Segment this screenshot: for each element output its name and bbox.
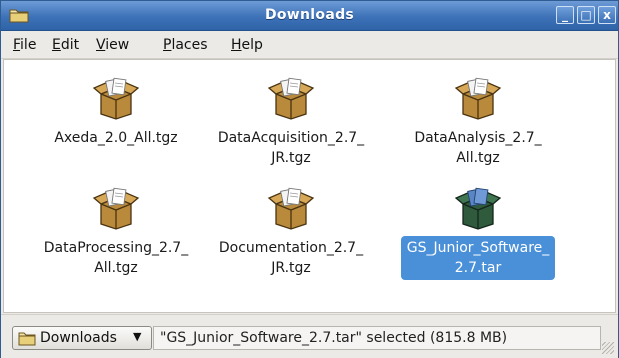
resize-grip-icon[interactable] [602,342,614,354]
file-label-line-1: GS_Junior_Software_ [406,240,550,256]
package-archive-icon [267,187,315,230]
menu-places[interactable]: Places [163,37,208,53]
file-label-line-2: JR.tgz [271,150,311,166]
file-item-dataanalysis[interactable]: DataAnalysis_2.7_ All.tgz [391,76,565,170]
menu-view[interactable]: View [96,37,129,53]
menu-places-rest: laces [171,37,208,53]
file-item-dataprocessing[interactable]: DataProcessing_2.7_ All.tgz [29,186,203,280]
menu-bar: File Edit View Places Help [1,31,618,59]
menu-help-mnemonic: H [231,37,242,53]
file-label: Axeda_2.0_All.tgz [48,126,183,150]
dropdown-arrow-icon: ▼ [133,330,142,343]
menu-help-rest: elp [241,37,263,53]
status-message: "GS_Junior_Software_2.7.tar" selected (8… [153,326,601,350]
menu-edit[interactable]: Edit [52,37,79,53]
file-label-line-1: Axeda_2.0_All.tgz [54,130,178,146]
menu-file-rest: ile [20,37,37,53]
menu-edit-mnemonic: E [52,37,61,53]
location-label: Downloads [40,330,117,346]
file-label-line-2: 2.7.tar [454,260,502,276]
title-bar[interactable]: Downloads _ □ x [1,1,618,31]
package-archive-icon [92,77,140,120]
menu-file-mnemonic: F [13,37,21,53]
file-label: DataAcquisition_2.7_ JR.tgz [212,126,370,170]
file-label-line-1: DataProcessing_2.7_ [43,240,189,256]
file-item-axeda[interactable]: Axeda_2.0_All.tgz [29,76,203,150]
file-label-line-2: All.tgz [94,260,138,276]
file-label: Documentation_2.7_ JR.tgz [213,236,369,280]
menu-help[interactable]: Help [231,37,263,53]
file-label-line-2: All.tgz [456,150,500,166]
file-label-line-1: DataAnalysis_2.7_ [414,130,542,146]
menu-file[interactable]: File [13,37,36,53]
menu-edit-rest: dit [60,37,80,53]
menu-view-mnemonic: V [96,37,106,53]
package-archive-icon [267,77,315,120]
file-icon-view[interactable]: Axeda_2.0_All.tgz DataAcquisition_2.7_ JR… [3,59,616,313]
status-bar: Downloads ▼ "GS_Junior_Software_2.7.tar"… [1,314,618,358]
minimize-button[interactable]: _ [556,6,574,24]
folder-icon [18,332,36,346]
maximize-button[interactable]: □ [577,6,595,24]
file-label: DataAnalysis_2.7_ All.tgz [408,126,547,170]
file-label-line-2: JR.tgz [271,260,311,276]
file-item-dataacquisition[interactable]: DataAcquisition_2.7_ JR.tgz [204,76,378,170]
tar-archive-icon [454,187,502,230]
file-label: GS_Junior_Software_ 2.7.tar [400,236,556,280]
file-item-gs-junior-software[interactable]: GS_Junior_Software_ 2.7.tar [391,186,565,280]
location-dropdown-button[interactable]: Downloads ▼ [12,326,152,350]
package-archive-icon [454,77,502,120]
window-title: Downloads [264,7,355,23]
file-item-documentation[interactable]: Documentation_2.7_ JR.tgz [204,186,378,280]
close-button[interactable]: x [598,6,616,24]
menu-view-rest: iew [105,37,130,53]
package-archive-icon [92,187,140,230]
file-manager-window: Downloads _ □ x File Edit View Places He… [0,0,619,358]
file-label-line-1: DataAcquisition_2.7_ [217,130,365,146]
file-label-line-1: Documentation_2.7_ [218,240,364,256]
file-label: DataProcessing_2.7_ All.tgz [38,236,194,280]
